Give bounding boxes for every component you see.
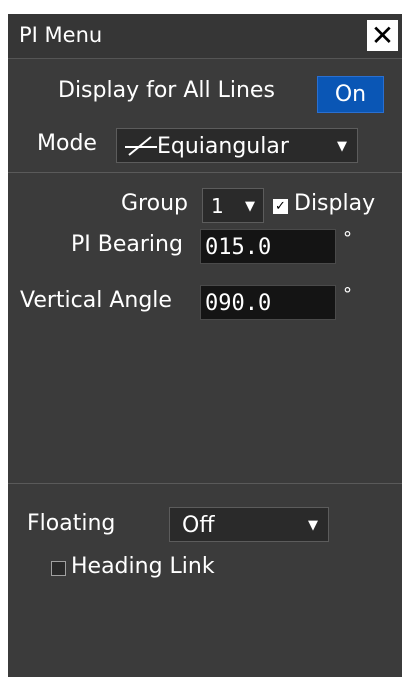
- floating-section: Floating Off ▼ Heading Link: [8, 484, 402, 677]
- pi-bearing-label: PI Bearing: [71, 232, 183, 257]
- vertical-angle-label: Vertical Angle: [20, 288, 172, 313]
- mode-label: Mode: [37, 131, 97, 156]
- group-label: Group: [121, 191, 188, 216]
- pi-bearing-unit: °: [343, 228, 352, 249]
- display-all-toggle[interactable]: On: [317, 76, 384, 113]
- floating-value: Off: [182, 513, 215, 538]
- pi-bearing-input[interactable]: 015.0: [200, 229, 336, 264]
- floating-dropdown[interactable]: Off ▼: [169, 507, 329, 542]
- mode-dropdown[interactable]: Equiangular ▼: [116, 128, 358, 163]
- general-section: Display for All Lines On Mode Equiangula…: [8, 59, 402, 173]
- display-checkbox[interactable]: ✓: [273, 199, 288, 214]
- vertical-angle-input[interactable]: 090.0: [200, 285, 336, 320]
- floating-label: Floating: [27, 511, 116, 536]
- chevron-down-icon: ▼: [245, 199, 255, 214]
- close-button[interactable]: ✕: [367, 20, 398, 51]
- group-value: 1: [211, 194, 224, 218]
- mode-value: Equiangular: [157, 134, 289, 159]
- group-section: Group 1 ▼ ✓ Display PI Bearing 015.0 ° V…: [8, 173, 402, 484]
- heading-link-checkbox[interactable]: [51, 561, 66, 576]
- display-all-label: Display for All Lines: [58, 78, 275, 103]
- heading-link-label: Heading Link: [71, 554, 215, 579]
- menu-body: Display for All Lines On Mode Equiangula…: [8, 59, 402, 677]
- chevron-down-icon: ▼: [337, 139, 347, 154]
- equiangular-icon: [125, 136, 157, 156]
- group-dropdown[interactable]: 1 ▼: [202, 188, 264, 223]
- title-bar: PI Menu ✕: [8, 14, 402, 59]
- chevron-down-icon: ▼: [308, 518, 318, 533]
- window-title: PI Menu: [19, 23, 103, 47]
- pi-menu-window: PI Menu ✕ Display for All Lines On Mode …: [8, 14, 402, 677]
- vertical-angle-unit: °: [343, 284, 352, 305]
- display-checkbox-label: Display: [294, 191, 376, 216]
